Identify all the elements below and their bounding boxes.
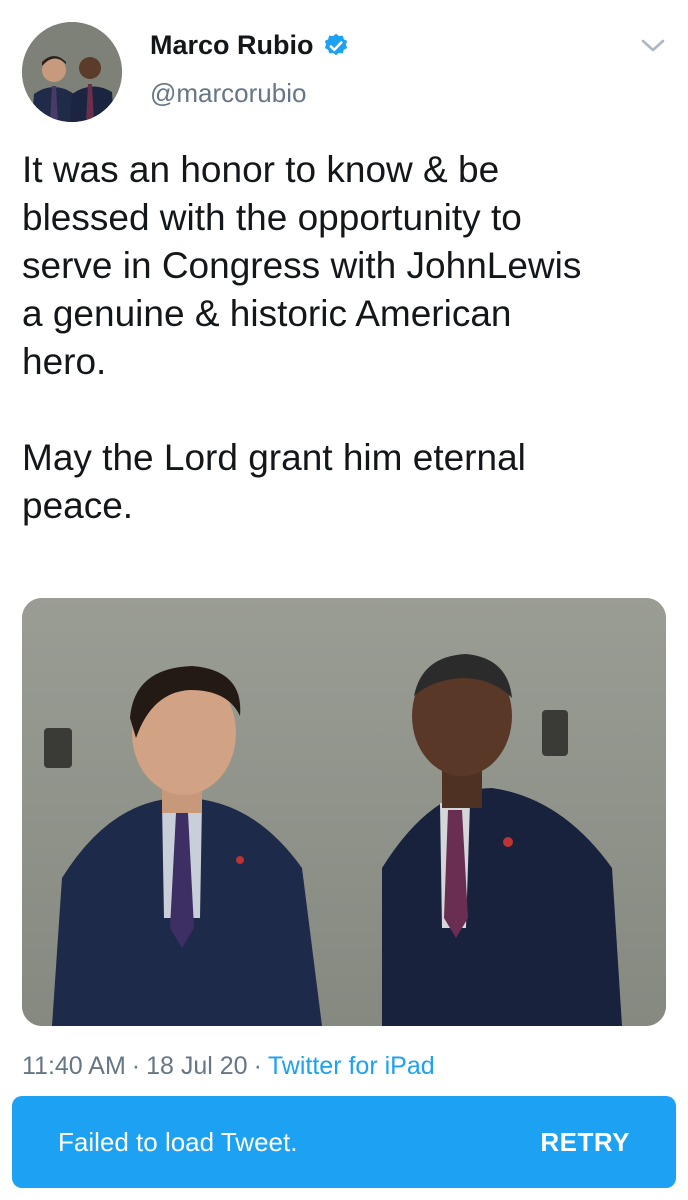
retry-button[interactable]: RETRY <box>540 1127 630 1158</box>
display-name[interactable]: Marco Rubio <box>150 30 314 61</box>
tweet-header: Marco Rubio @marcorubio <box>22 22 666 122</box>
meta-separator: · <box>131 1052 141 1080</box>
tweet-date: 18 Jul 20 <box>146 1052 248 1080</box>
avatar[interactable] <box>22 22 122 122</box>
name-row: Marco Rubio <box>150 30 350 61</box>
tweet-photo[interactable] <box>22 598 666 1026</box>
toast-message: Failed to load Tweet. <box>58 1127 298 1157</box>
avatar-photo <box>22 22 122 122</box>
chevron-down-icon[interactable] <box>640 38 666 54</box>
user-handle[interactable]: @marcorubio <box>150 78 306 109</box>
tweet-text: It was an honor to know & be blessed wit… <box>22 149 582 526</box>
photo-two-men <box>22 598 666 1026</box>
error-toast: Failed to load Tweet. RETRY <box>12 1096 676 1188</box>
verified-badge-icon <box>324 33 347 55</box>
tweet-time: 11:40 AM <box>22 1052 126 1080</box>
tweet-meta: 11:40 AM · 18 Jul 20 · Twitter for iPad <box>22 1052 435 1081</box>
meta-separator-2: · <box>253 1052 262 1080</box>
tweet-source-link[interactable]: Twitter for iPad <box>268 1052 435 1080</box>
